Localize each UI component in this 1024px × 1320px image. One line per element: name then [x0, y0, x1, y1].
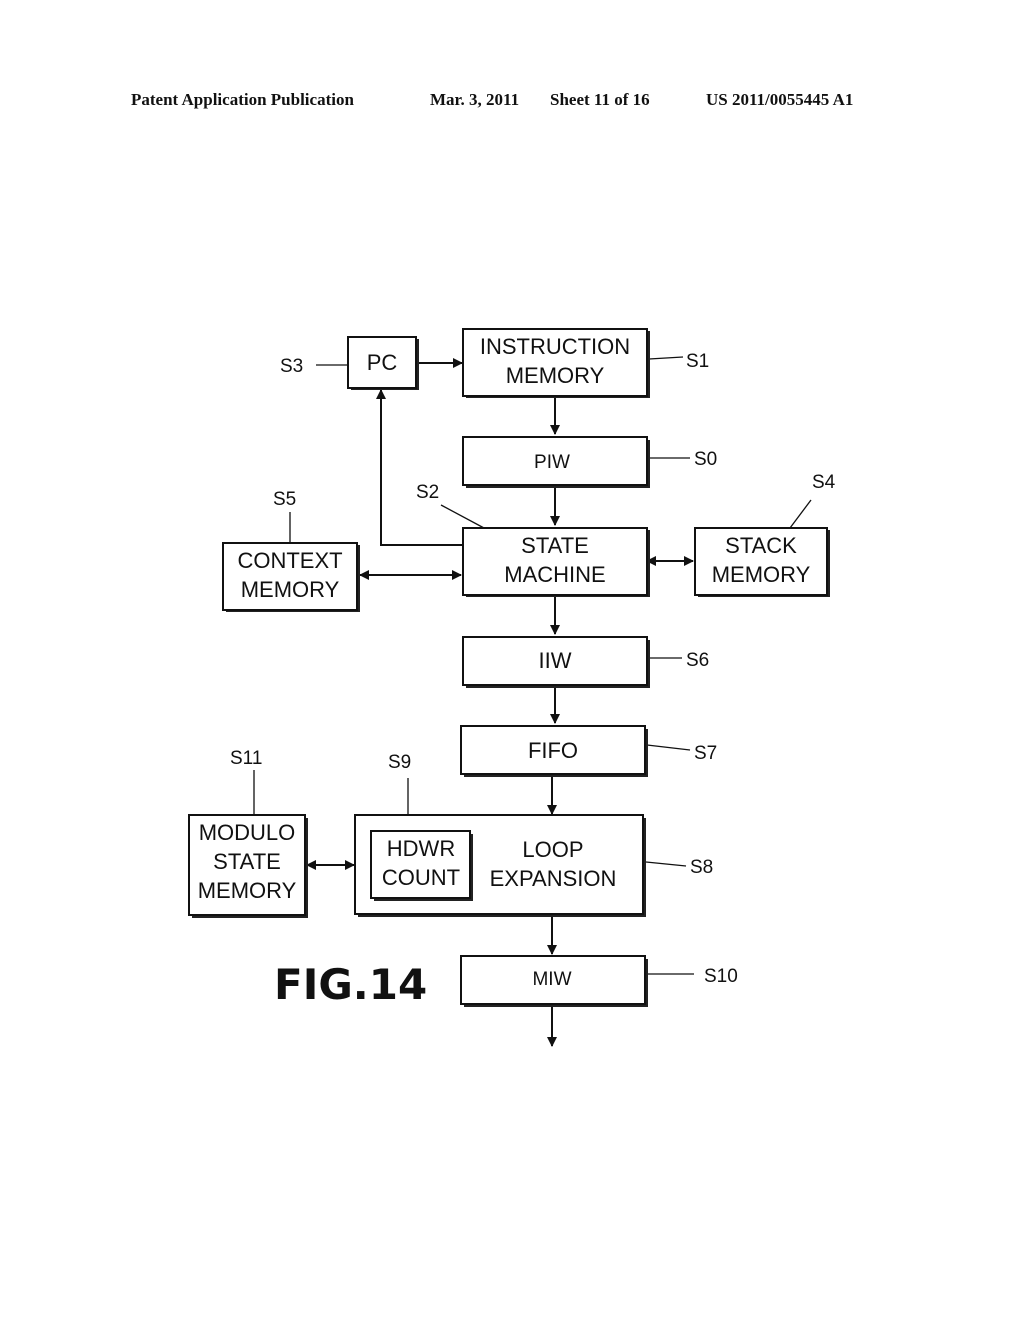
- ref-s7: S7: [694, 743, 717, 764]
- ref-s0: S0: [694, 449, 717, 470]
- arrow-state-machine-to-pc: [376, 389, 462, 546]
- modulo-state-memory-line-2: STATE: [213, 849, 281, 874]
- ref-s6: S6: [686, 650, 709, 671]
- loop-expansion-line-2: EXPANSION: [490, 866, 617, 891]
- instruction-memory-line-2: MEMORY: [506, 363, 605, 388]
- stack-memory-line-1: STACK: [725, 533, 797, 558]
- context-memory-line-1: CONTEXT: [237, 548, 342, 573]
- block-stack-memory: STACK MEMORY S4: [694, 472, 836, 597]
- hdwr-count-line-1: HDWR: [387, 836, 455, 861]
- block-instruction-memory: INSTRUCTION MEMORY S1: [462, 328, 709, 398]
- modulo-state-memory-line-3: MEMORY: [198, 878, 297, 903]
- block-piw: PIW S0: [462, 436, 717, 488]
- figure-label: FIG.14: [274, 960, 427, 1009]
- ref-s4: S4: [812, 472, 836, 493]
- ref-s10: S10: [704, 966, 738, 987]
- loop-expansion-line-1: LOOP: [522, 837, 583, 862]
- ref-s2: S2: [416, 482, 439, 503]
- miw-label: MIW: [532, 969, 571, 990]
- block-diagram: PC S3 INSTRUCTION MEMORY S1 PIW S0 STATE…: [188, 328, 836, 1047]
- context-memory-line-2: MEMORY: [241, 577, 340, 602]
- state-machine-line-1: STATE: [521, 533, 589, 558]
- block-iiw: IIW S6: [462, 636, 709, 688]
- fifo-label: FIFO: [528, 738, 578, 763]
- block-fifo: FIFO S7: [460, 725, 717, 777]
- instruction-memory-line-1: INSTRUCTION: [480, 334, 630, 359]
- ref-s1: S1: [686, 351, 709, 372]
- hdwr-count-line-2: COUNT: [382, 865, 460, 890]
- ref-s5: S5: [273, 489, 296, 510]
- stack-memory-line-2: MEMORY: [712, 562, 811, 587]
- block-context-memory: CONTEXT MEMORY S5: [222, 489, 360, 612]
- block-pc: PC S3: [280, 336, 419, 390]
- ref-s9: S9: [388, 752, 411, 773]
- state-machine-line-2: MACHINE: [504, 562, 605, 587]
- block-pc-label: PC: [367, 350, 398, 375]
- iiw-label: IIW: [539, 648, 572, 673]
- block-miw: MIW S10: [460, 955, 738, 1007]
- ref-s11: S11: [230, 748, 262, 769]
- block-state-machine: STATE MACHINE S2: [416, 482, 650, 597]
- block-modulo-state-memory: MODULO STATE MEMORY S11: [188, 748, 308, 918]
- ref-s8: S8: [690, 857, 713, 878]
- modulo-state-memory-line-1: MODULO: [199, 820, 296, 845]
- piw-label: PIW: [534, 452, 570, 473]
- ref-s3: S3: [280, 356, 303, 377]
